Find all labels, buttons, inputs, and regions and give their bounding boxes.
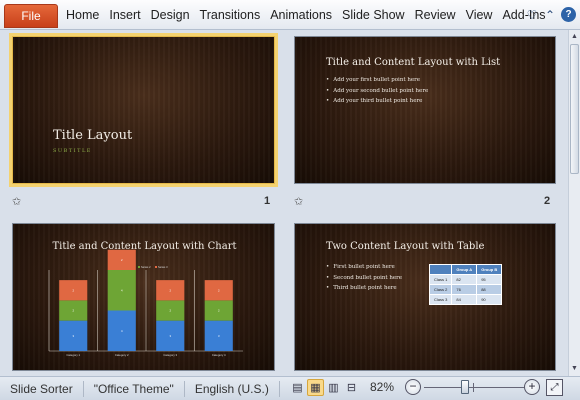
slide-4-bullet-1: First bullet point here [326, 264, 402, 270]
legend-swatch [138, 266, 140, 268]
chart-tick-label: Category 3 [163, 353, 177, 357]
table-row: Class 2 76 88 [428, 284, 503, 295]
chart-tick-label: Category 1 [66, 353, 80, 357]
slide-2-title: Title and Content Layout with List [326, 57, 501, 68]
ribbon-tab-bar: File Home Insert Design Transitions Anim… [0, 0, 580, 30]
tab-review[interactable]: Review [415, 8, 456, 22]
slide-number-1: 1 [264, 195, 271, 207]
slide-4-table: Group A Group B Class 1 82 95 Class 2 76… [428, 264, 503, 305]
chart-tick-label: Category 2 [115, 353, 129, 357]
scroll-up-arrow-icon[interactable]: ▲ [570, 32, 579, 42]
zoom-slider-center-mark [473, 383, 474, 392]
table-cell: Class 1 [428, 274, 453, 285]
wood-texture [13, 37, 274, 183]
scrollbar-thumb[interactable] [570, 44, 579, 174]
transition-star-icon: ✩ [12, 195, 22, 208]
zoom-in-icon[interactable]: + [524, 379, 540, 395]
status-language[interactable]: English (U.S.) [185, 380, 280, 397]
table-row: Class 1 82 95 [428, 274, 503, 285]
slide-2-number-wrap: 2 [544, 194, 550, 208]
slide-thumbnail-2[interactable]: Title and Content Layout with List Add y… [294, 36, 556, 184]
table-row: Class 3 84 90 [428, 294, 503, 305]
slide-1-subtitle: SUBTITLE [53, 148, 92, 154]
heart-icon[interactable]: ♡ [524, 7, 540, 23]
status-theme-name[interactable]: "Office Theme" [84, 380, 185, 397]
slide-4-title: Two Content Layout with Table [326, 241, 485, 252]
tab-slide-show[interactable]: Slide Show [342, 8, 405, 22]
tab-animations[interactable]: Animations [270, 8, 332, 22]
slide-4-bullet-2: Second bullet point here [326, 275, 402, 281]
table-cell: 88 [476, 284, 503, 295]
chart-tick-label: Category 4 [212, 353, 226, 357]
legend-label: Series 3 [158, 265, 168, 269]
reading-view-icon[interactable]: ▥ [325, 379, 342, 396]
slide-thumbnail-1[interactable]: Title Layout SUBTITLE [9, 33, 278, 187]
help-icon[interactable]: ? [561, 7, 576, 22]
slide-2-transition-indicator[interactable]: ✩ [294, 194, 303, 208]
table-header-cell: Group A [451, 264, 478, 275]
table-cell: 84 [451, 294, 478, 305]
table-cell: Class 3 [428, 294, 453, 305]
legend-label: Series 2 [141, 265, 151, 269]
transition-star-icon: ✩ [294, 195, 304, 208]
tab-view[interactable]: View [466, 8, 493, 22]
table-cell: 90 [476, 294, 503, 305]
tab-home[interactable]: Home [66, 8, 99, 22]
scroll-down-arrow-icon[interactable]: ▼ [570, 364, 579, 374]
zoom-slider-thumb[interactable] [461, 380, 469, 394]
vertical-scrollbar[interactable]: ▲ ▼ [568, 30, 580, 376]
slide-1-number-wrap: 1 [264, 194, 270, 208]
ribbon-tabs: Home Insert Design Transitions Animation… [66, 0, 556, 30]
slide-show-view-icon[interactable]: ⊟ [343, 379, 360, 396]
slide-4-bullet-3: Third bullet point here [326, 285, 402, 291]
fit-to-window-icon[interactable]: ⤢ [546, 379, 563, 396]
table-header-cell [428, 264, 453, 275]
slide-1-title: Title Layout [53, 128, 133, 143]
zoom-level[interactable]: 82% [370, 380, 394, 394]
normal-view-icon[interactable]: ▤ [289, 379, 306, 396]
slide-thumbnail-4[interactable]: Two Content Layout with Table First bull… [294, 223, 556, 371]
slide-2-bullet-3: Add your third bullet point here [326, 98, 428, 104]
table-header-cell: Group B [476, 264, 503, 275]
tab-design[interactable]: Design [151, 8, 190, 22]
slide-4-bullet-list: First bullet point here Second bullet po… [326, 264, 402, 296]
slide-2-bullet-list: Add your first bullet point here Add you… [326, 77, 428, 109]
slide-2-bullet-1: Add your first bullet point here [326, 77, 428, 83]
slide-sorter-view-icon[interactable]: ▦ [307, 379, 324, 396]
tab-transitions[interactable]: Transitions [200, 8, 261, 22]
slide-2-bullet-2: Add your second bullet point here [326, 88, 428, 94]
minimize-ribbon-icon[interactable]: ⌃ [542, 7, 558, 23]
slide-number-2: 2 [544, 195, 551, 207]
file-tab[interactable]: File [4, 4, 58, 28]
tab-insert[interactable]: Insert [109, 8, 140, 22]
table-cell: Class 2 [428, 284, 453, 295]
stacked-bar-chart: Series 1Series 2Series 3322Category 1442… [48, 249, 243, 357]
slide-1-transition-indicator[interactable]: ✩ [12, 194, 21, 208]
legend-swatch [155, 266, 157, 268]
table-cell: 76 [451, 284, 478, 295]
slide-sorter-area: Title Layout SUBTITLE ✩ 1 Title and Cont… [0, 30, 568, 376]
zoom-slider-track[interactable] [424, 387, 524, 388]
status-view-name: Slide Sorter [0, 380, 84, 397]
slide-thumbnail-3[interactable]: Title and Content Layout with Chart Seri… [12, 223, 275, 371]
table-header-row: Group A Group B [428, 264, 503, 275]
table-cell: 95 [476, 274, 503, 285]
table-cell: 82 [451, 274, 478, 285]
zoom-out-icon[interactable]: − [405, 379, 421, 395]
